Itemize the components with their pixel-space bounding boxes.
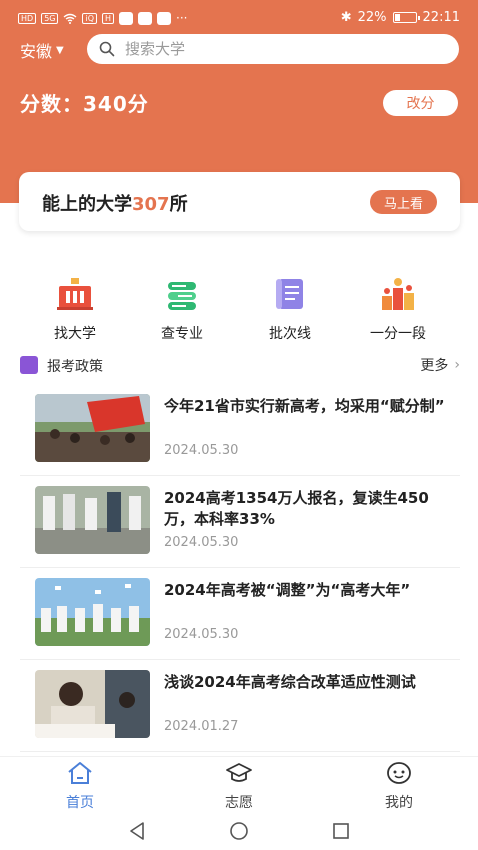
more-link[interactable]: 更多 › (420, 355, 460, 375)
policy-title: 报考政策 (47, 359, 103, 375)
more-notifications: ··· (176, 11, 188, 25)
battery-percent: 22% (357, 10, 387, 25)
hd-chip: HD (18, 12, 37, 24)
tab-volunteer[interactable]: 志愿 (199, 761, 279, 812)
system-navigation-bar (0, 812, 478, 850)
status-left-icons: HD 5G iQ H ··· (18, 11, 187, 25)
reachable-count-text: 能上的大学307所 (42, 190, 188, 216)
app-notification-icon (138, 11, 153, 25)
tab-mine[interactable]: 我的 (359, 761, 439, 812)
tab-label: 首页 (66, 795, 94, 811)
news-title: 2024年高考被“调整”为“高考大年” (164, 581, 411, 599)
status-right: ✱ 22% 22:11 (341, 10, 460, 25)
news-thumbnail (35, 486, 150, 554)
quick-entry-label: 批次线 (269, 326, 311, 342)
news-item[interactable]: 浅谈2024年高考综合改革适应性测试 2024.01.27 (20, 660, 460, 752)
caret-down-icon: ▼ (56, 44, 64, 56)
news-thumbnail (35, 578, 150, 646)
news-title: 今年21省市实行新高考，均采用“赋分制” (164, 397, 445, 415)
app-notification-icon (157, 11, 172, 25)
more-label: 更多 (420, 358, 449, 374)
quick-entry-score-ranking[interactable]: 一分一段 (353, 276, 443, 343)
back-triangle-icon[interactable] (126, 820, 148, 842)
face-icon (387, 762, 411, 784)
recents-square-icon[interactable] (330, 820, 352, 842)
quick-entry-major[interactable]: 查专业 (137, 276, 227, 343)
clock: 22:11 (422, 10, 460, 25)
news-item[interactable]: 2024年高考被“调整”为“高考大年” 2024.05.30 (20, 568, 460, 660)
view-now-button[interactable]: 马上看 (370, 190, 437, 214)
score-line-scroll-icon (276, 279, 303, 309)
reachable-prefix: 能上的大学 (42, 194, 132, 215)
news-date: 2024.01.27 (164, 719, 239, 734)
home-circle-icon[interactable] (228, 820, 250, 842)
news-title: 浅谈2024年高考综合改革适应性测试 (164, 673, 416, 691)
major-books-icon (168, 282, 196, 310)
signal-chip: 5G (41, 12, 59, 24)
news-thumbnail (35, 394, 150, 462)
news-date: 2024.05.30 (164, 443, 239, 458)
reachable-suffix: 所 (169, 194, 188, 215)
news-item[interactable]: 2024高考1354万人报名，复读生450万，本科率33% 2024.05.30 (20, 476, 460, 568)
tab-label: 志愿 (225, 795, 253, 811)
status-bar: HD 5G iQ H ··· ✱ 22% 22:11 (0, 8, 478, 32)
chevron-right-icon: › (454, 357, 460, 373)
news-date: 2024.05.30 (164, 627, 239, 642)
graduation-cap-icon (226, 763, 252, 782)
policy-section-header: 报考政策 更多 › (20, 354, 460, 376)
university-building-icon (57, 278, 93, 310)
wifi-icon (64, 13, 77, 24)
quick-entry-label: 一分一段 (370, 326, 426, 342)
quick-entry-find-university[interactable]: 找大学 (30, 276, 120, 343)
news-thumbnail (35, 670, 150, 738)
app-notification-icon (119, 11, 134, 25)
news-item[interactable]: 今年21省市实行新高考，均采用“赋分制” 2024.05.30 (20, 384, 460, 476)
quick-entry-label: 找大学 (54, 326, 96, 342)
battery-icon (392, 12, 420, 23)
score-ranking-podium-icon (382, 278, 414, 310)
tab-home[interactable]: 首页 (40, 761, 120, 812)
search-input[interactable] (125, 40, 425, 58)
reachable-universities-card: 能上的大学307所 马上看 (19, 172, 460, 231)
news-date: 2024.05.30 (164, 535, 239, 550)
tab-label: 我的 (385, 795, 413, 811)
bottom-navigation: 首页 志愿 我的 (0, 756, 478, 812)
home-icon (68, 762, 92, 784)
policy-document-icon (20, 356, 38, 374)
quick-entries: 找大学 查专业 批次线 一分一段 (0, 276, 478, 343)
news-title: 2024高考1354万人报名，复读生450万，本科率33% (164, 489, 429, 528)
quick-entry-batch-line[interactable]: 批次线 (245, 276, 335, 343)
province-label: 安徽 (20, 42, 53, 61)
search-icon (99, 41, 115, 57)
change-score-button[interactable]: 改分 (383, 90, 458, 116)
score-display: 分数：340分 (20, 92, 149, 116)
app-chip-2: H (102, 12, 115, 24)
province-selector[interactable]: 安徽 ▼ (20, 38, 64, 62)
app-chip-1: iQ (82, 12, 98, 24)
quick-entry-label: 查专业 (161, 326, 203, 342)
search-bar[interactable] (87, 34, 459, 64)
reachable-count: 307 (132, 194, 170, 215)
bluetooth-icon: ✱ (340, 10, 352, 25)
